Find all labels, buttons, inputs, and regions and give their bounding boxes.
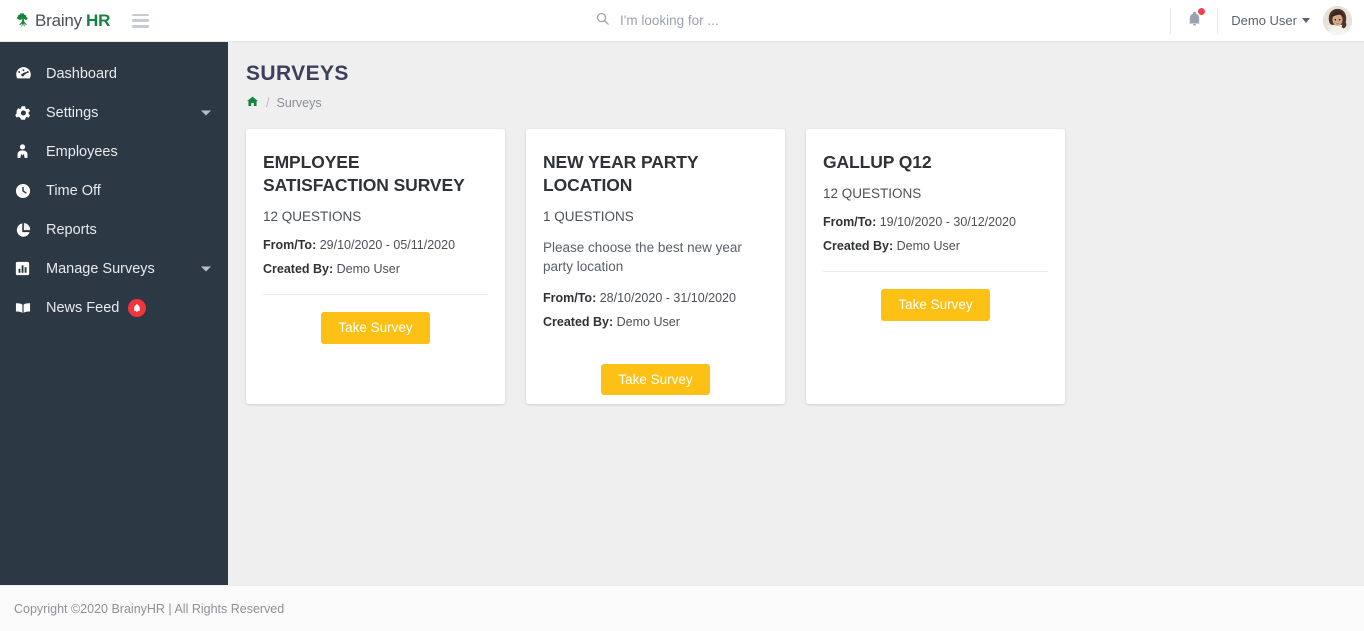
user-tie-icon [14,143,40,160]
survey-card: GALLUP Q12 12 QUESTIONS From/To: 19/10/2… [806,129,1065,404]
news-feed-badge [128,298,147,317]
survey-dates: From/To: 29/10/2020 - 05/11/2020 [263,238,488,252]
page-title: SURVEYS [246,62,349,85]
gear-icon [14,104,40,122]
sidebar-item-label: Time Off [46,182,101,199]
hamburger-icon[interactable] [132,13,150,28]
breadcrumb-separator: / [266,96,270,110]
survey-card: NEW YEAR PARTY LOCATION 1 QUESTIONS Plea… [526,129,785,404]
survey-creator-value: Demo User [336,262,400,277]
survey-dates-value: 19/10/2020 - 30/12/2020 [879,215,1016,230]
bell-icon [134,303,141,312]
survey-action-row: Take Survey [543,347,768,395]
search-box[interactable] [595,0,880,41]
survey-question-count: 12 QUESTIONS [823,186,922,202]
sidebar-item-time-off[interactable]: Time Off [0,171,228,210]
sidebar-item-label: Reports [46,221,97,238]
sidebar: Dashboard Settings Employees Time Off Re… [0,42,228,585]
brand-name: Brainy [35,10,82,30]
survey-creator-label: Created By: [823,239,894,254]
top-right-controls: Demo User [1170,0,1364,41]
home-icon[interactable] [246,95,259,111]
footer: Copyright ©2020 BrainyHR | All Rights Re… [0,585,1364,631]
search-input[interactable] [620,13,880,28]
survey-creator: Created By: Demo User [823,239,1048,253]
main-content: SURVEYS / Surveys EMPLOYEE SATISFACTION … [228,42,1364,585]
sidebar-item-label: Employees [46,143,118,160]
survey-dates-label: From/To: [543,290,597,305]
take-survey-button[interactable]: Take Survey [601,363,710,395]
sidebar-item-reports[interactable]: Reports [0,210,228,249]
sidebar-item-settings[interactable]: Settings [0,93,228,132]
survey-creator-label: Created By: [543,314,614,329]
take-survey-button[interactable]: Take Survey [321,312,430,344]
speedometer-icon [14,64,40,83]
survey-creator-value: Demo User [616,314,680,329]
survey-creator-value: Demo User [896,239,960,254]
survey-title: NEW YEAR PARTY LOCATION [543,152,699,196]
user-menu-label: Demo User [1231,13,1297,28]
survey-dates-label: From/To: [263,238,317,253]
book-icon [14,299,40,317]
clover-icon [14,12,31,29]
clock-icon [14,182,40,200]
sidebar-item-news-feed[interactable]: News Feed [0,288,228,327]
survey-question-count: 12 QUESTIONS [263,209,362,225]
survey-description: Please choose the best new year party lo… [543,240,742,275]
copyright-text: Copyright ©2020 BrainyHR | All Rights Re… [14,601,285,616]
chevron-down-icon [201,110,211,115]
app-logo[interactable]: Brainy HR [14,11,110,31]
survey-dates-value: 29/10/2020 - 05/11/2020 [319,238,456,253]
sidebar-item-employees[interactable]: Employees [0,132,228,171]
survey-creator-label: Created By: [263,262,334,277]
chevron-down-icon [1302,18,1310,23]
sidebar-item-label: Settings [46,104,99,121]
survey-dates: From/To: 19/10/2020 - 30/12/2020 [823,215,1048,229]
survey-title: EMPLOYEE SATISFACTION SURVEY [263,152,465,196]
pie-chart-icon [14,221,40,239]
search-icon [595,11,610,31]
breadcrumb: / Surveys [246,95,1364,111]
sidebar-item-dashboard[interactable]: Dashboard [0,54,228,93]
survey-question-count: 1 QUESTIONS [543,209,634,225]
breadcrumb-current: Surveys [276,96,322,110]
notification-badge-dot [1197,7,1207,16]
survey-dates-label: From/To: [823,215,877,230]
survey-title: GALLUP Q12 [823,152,932,172]
chevron-down-icon [201,266,211,271]
avatar[interactable] [1323,6,1352,35]
survey-action-row: Take Survey [263,295,488,344]
survey-card-list: EMPLOYEE SATISFACTION SURVEY 12 QUESTION… [246,129,1364,404]
sidebar-item-manage-surveys[interactable]: Manage Surveys [0,249,228,288]
survey-dates-value: 28/10/2020 - 31/10/2020 [599,290,736,305]
user-menu[interactable]: Demo User [1218,13,1323,28]
survey-action-row: Take Survey [823,272,1048,321]
sidebar-item-label: Dashboard [46,65,117,82]
take-survey-button[interactable]: Take Survey [881,289,990,321]
bar-chart-icon [14,260,40,277]
survey-creator: Created By: Demo User [543,315,768,329]
sidebar-item-label: News Feed [46,299,120,316]
brand-accent: HR [86,10,111,30]
survey-dates: From/To: 28/10/2020 - 31/10/2020 [543,291,768,305]
sidebar-item-label: Manage Surveys [46,260,155,277]
survey-card: EMPLOYEE SATISFACTION SURVEY 12 QUESTION… [246,129,505,404]
notifications-button[interactable] [1171,0,1217,41]
survey-creator: Created By: Demo User [263,262,488,276]
top-navigation-bar: Brainy HR Demo User [0,0,1364,42]
